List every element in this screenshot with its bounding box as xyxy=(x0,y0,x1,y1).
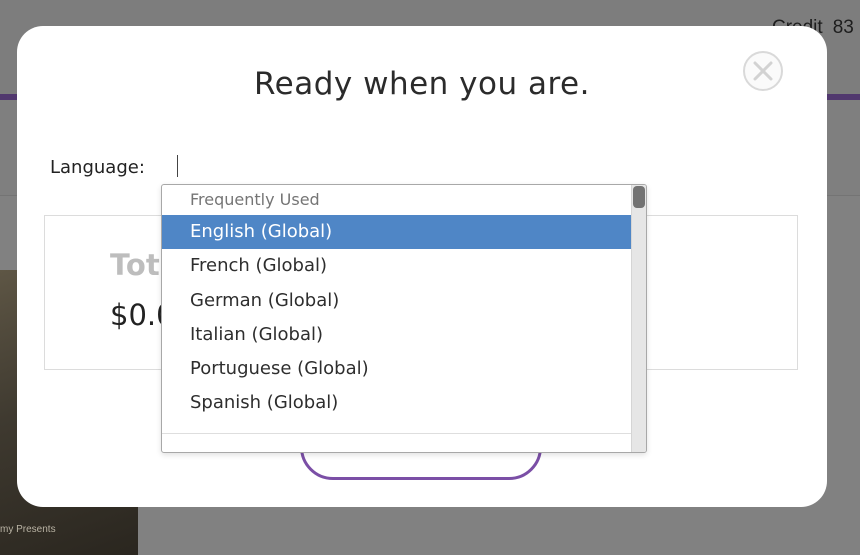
language-option-portuguese[interactable]: Portuguese (Global) xyxy=(162,352,633,386)
option-group-label: Frequently Used xyxy=(190,190,320,209)
option-group-divider xyxy=(162,433,633,434)
language-dropdown[interactable]: Frequently Used English (Global) French … xyxy=(161,184,647,453)
text-caret xyxy=(177,155,178,177)
language-option-spanish[interactable]: Spanish (Global) xyxy=(162,386,633,420)
language-label: Language: xyxy=(50,157,145,178)
credit-value: 83 xyxy=(832,17,854,38)
dropdown-scrollbar[interactable] xyxy=(631,185,646,452)
language-option-english[interactable]: English (Global) xyxy=(162,215,633,250)
language-input[interactable] xyxy=(177,153,651,183)
language-options-list: Frequently Used English (Global) French … xyxy=(162,185,633,421)
language-option-italian[interactable]: Italian (Global) xyxy=(162,318,633,352)
background-image-caption: my Presents xyxy=(0,524,56,535)
close-icon xyxy=(753,61,773,81)
language-option-german[interactable]: German (Global) xyxy=(162,284,633,318)
language-option-french[interactable]: French (Global) xyxy=(162,249,633,283)
scrollbar-thumb[interactable] xyxy=(633,186,645,208)
modal-title: Ready when you are. xyxy=(254,66,590,102)
close-button[interactable] xyxy=(743,51,783,91)
